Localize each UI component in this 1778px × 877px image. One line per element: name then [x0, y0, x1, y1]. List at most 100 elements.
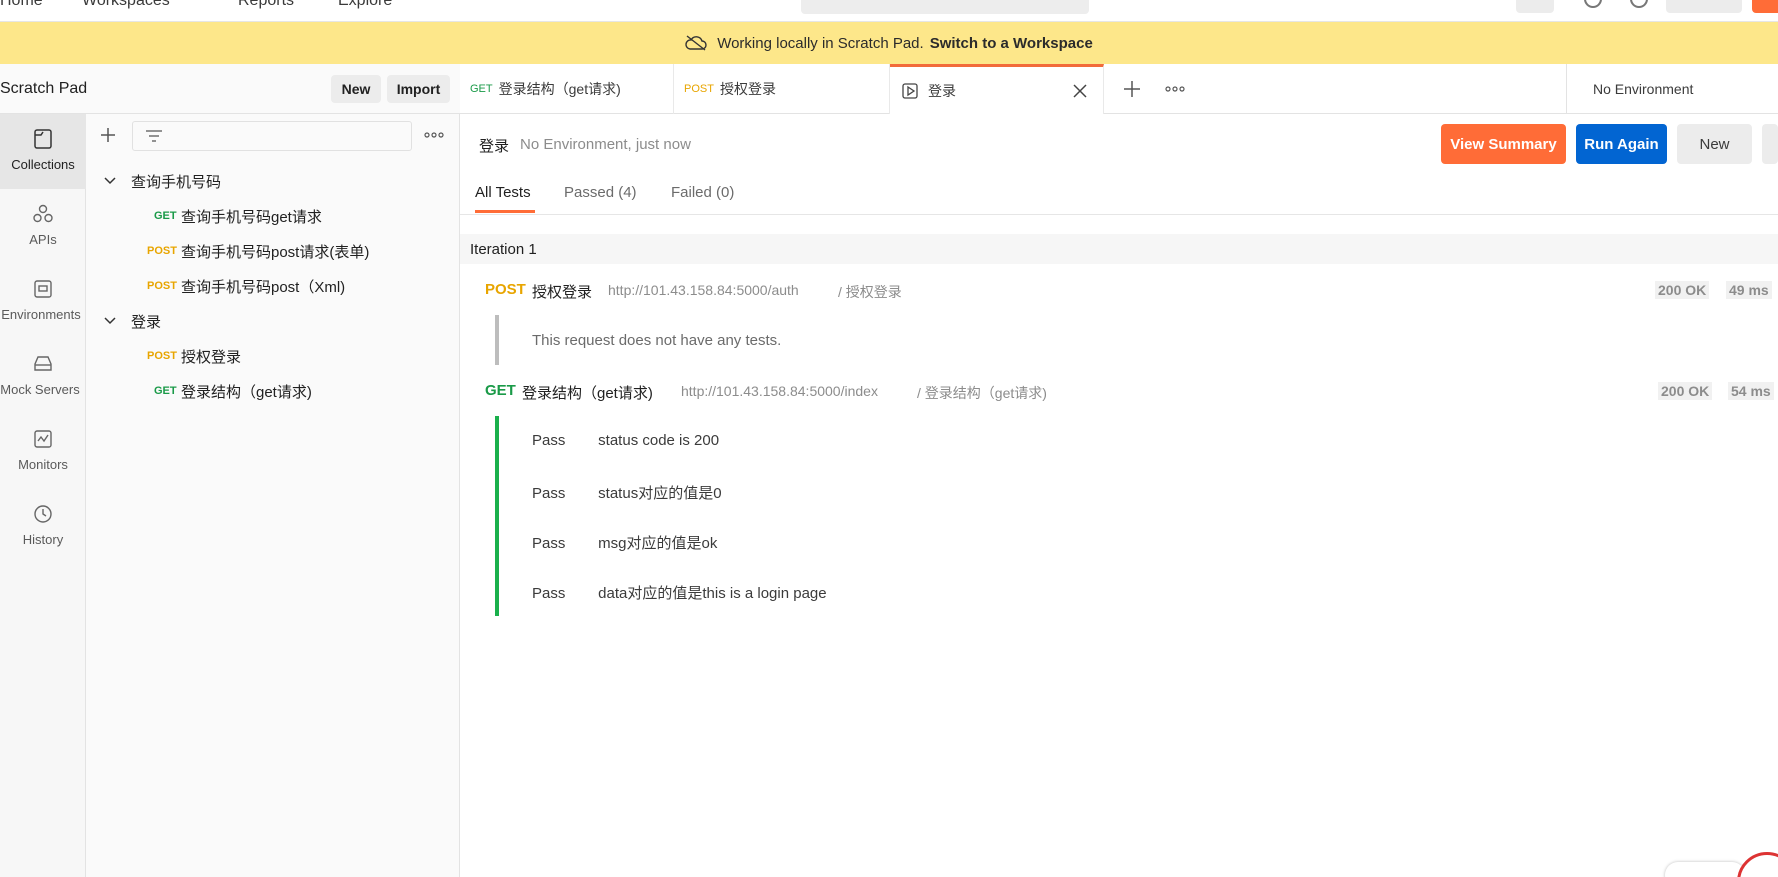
rail-monitors[interactable]: Monitors [0, 414, 86, 489]
sign-in-button[interactable] [1666, 0, 1742, 13]
status-badge: 200 OK [1658, 382, 1713, 400]
sidebar-toolbar [86, 114, 460, 154]
status-badge: 200 OK [1655, 281, 1710, 299]
request-name: 查询手机号码get请求 [181, 208, 322, 226]
new-run-button[interactable]: New [1677, 124, 1752, 164]
runner-subtitle: No Environment, just now [520, 136, 691, 153]
filter-icon [146, 130, 162, 142]
rail-mock-servers[interactable]: Mock Servers [0, 339, 86, 414]
test-result-row: Pass data对应的值是this is a login page [532, 582, 827, 603]
rail-label: Mock Servers [0, 382, 80, 397]
icon-rail: Collections APIs Environments Mock Serve… [0, 114, 86, 877]
test-status: Pass [532, 485, 566, 502]
test-name: status code is 200 [598, 432, 720, 449]
nav-explore[interactable]: Explore [338, 0, 392, 10]
rail-apis[interactable]: APIs [0, 189, 86, 264]
method-badge: GET [485, 382, 516, 399]
close-icon[interactable] [1073, 83, 1087, 98]
sidebar-header: Scratch Pad New Import [0, 64, 460, 114]
view-summary-button[interactable]: View Summary [1441, 124, 1566, 164]
folder-name: 查询手机号码 [131, 173, 222, 191]
method-badge: POST [147, 245, 177, 257]
chevron-down-icon[interactable] [104, 177, 116, 185]
tab-passed[interactable]: Passed (4) [564, 184, 637, 201]
test-status: Pass [532, 535, 566, 552]
runner-icon [902, 82, 918, 99]
request-name: 登录结构（get请求) [522, 385, 653, 402]
sync-icon[interactable] [1584, 0, 1602, 8]
monitors-icon [34, 430, 52, 448]
search-input[interactable] [801, 0, 1089, 14]
request-row[interactable]: GET 查询手机号码get请求 [86, 201, 460, 231]
banner-text: Working locally in Scratch Pad. [717, 34, 924, 52]
request-row[interactable]: POST 授权登录 [86, 341, 460, 371]
iteration-header: Iteration 1 [460, 234, 1778, 264]
nav-home[interactable]: Home [0, 0, 43, 10]
switch-workspace-link[interactable]: Switch to a Workspace [930, 35, 1093, 52]
rail-label: History [22, 532, 64, 547]
nav-workspaces[interactable]: Workspaces [82, 0, 170, 10]
collections-icon [34, 129, 52, 149]
invite-button[interactable] [1516, 0, 1554, 13]
request-result-row[interactable]: POST 授权登录 http://101.43.158.84:5000/auth… [460, 275, 1778, 305]
sidebar-title: Scratch Pad [0, 80, 88, 97]
request-name: 查询手机号码post（Xml) [181, 278, 346, 296]
request-row[interactable]: POST 查询手机号码post（Xml) [86, 271, 460, 301]
tab-label: 授权登录 [719, 81, 776, 97]
collections-sidebar: 查询手机号码 GET 查询手机号码get请求 POST 查询手机号码post请求… [86, 114, 460, 877]
new-button[interactable]: New [331, 75, 381, 103]
import-button[interactable]: Import [387, 75, 450, 103]
request-name: 查询手机号码post请求(表单) [181, 243, 370, 261]
apis-icon [33, 204, 53, 223]
test-result-row: Pass status对应的值是0 [532, 482, 722, 503]
test-name: msg对应的值是ok [598, 535, 718, 552]
history-icon [34, 505, 52, 523]
add-collection-icon[interactable] [100, 127, 116, 143]
folder-name: 登录 [131, 313, 162, 331]
divider [460, 214, 1778, 215]
settings-icon[interactable] [1630, 0, 1648, 8]
method-badge: GET [470, 83, 493, 95]
no-tests-bar [495, 315, 499, 365]
add-tab-icon[interactable] [1123, 80, 1141, 98]
method-badge: GET [154, 210, 177, 222]
chevron-down-icon[interactable] [104, 317, 116, 325]
network-speed-widget [1665, 862, 1745, 877]
environment-selector[interactable]: No Environment [1566, 64, 1778, 114]
folder-row[interactable]: 登录 [86, 306, 460, 336]
rail-label: Monitors [18, 457, 68, 472]
rail-environments[interactable]: Environments [0, 264, 86, 339]
tab-post-auth-login[interactable]: POST 授权登录 [674, 64, 890, 114]
pass-bar [495, 416, 499, 616]
more-options-icon[interactable] [424, 132, 444, 138]
tab-get-login-structure[interactable]: GET 登录结构（get请求) [460, 64, 674, 114]
rail-collections[interactable]: Collections [0, 114, 86, 189]
test-status: Pass [532, 432, 566, 449]
tab-options-icon[interactable] [1165, 86, 1185, 92]
scratchpad-banner: Working locally in Scratch Pad. Switch t… [0, 22, 1778, 64]
run-again-button[interactable]: Run Again [1576, 124, 1667, 164]
active-tab-indicator [475, 210, 535, 213]
tab-failed[interactable]: Failed (0) [671, 184, 734, 201]
request-row[interactable]: GET 登录结构（get请求) [86, 376, 460, 406]
time-badge: 49 ms [1726, 281, 1772, 299]
request-path: / 登录结构（get请求) [917, 385, 1047, 401]
test-result-row: Pass status code is 200 [532, 432, 719, 449]
export-button[interactable] [1762, 124, 1778, 164]
folder-row[interactable]: 查询手机号码 [86, 166, 460, 196]
filter-input[interactable] [132, 121, 412, 151]
rail-label: APIs [29, 232, 57, 247]
test-status: Pass [532, 585, 566, 602]
top-header: Home Workspaces Reports Explore [0, 0, 1778, 22]
tab-all-tests[interactable]: All Tests [475, 184, 531, 201]
rail-label: Collections [11, 157, 75, 172]
nav-reports[interactable]: Reports [238, 0, 294, 10]
request-row[interactable]: POST 查询手机号码post请求(表单) [86, 236, 460, 266]
request-path: / 授权登录 [838, 284, 902, 300]
request-result-row[interactable]: GET 登录结构（get请求) http://101.43.158.84:500… [460, 376, 1778, 406]
upgrade-button[interactable] [1752, 0, 1778, 13]
tab-runner-login[interactable]: 登录 [890, 64, 1104, 114]
request-name: 授权登录 [532, 284, 593, 301]
rail-history[interactable]: History [0, 489, 86, 564]
method-badge: POST [684, 83, 714, 95]
